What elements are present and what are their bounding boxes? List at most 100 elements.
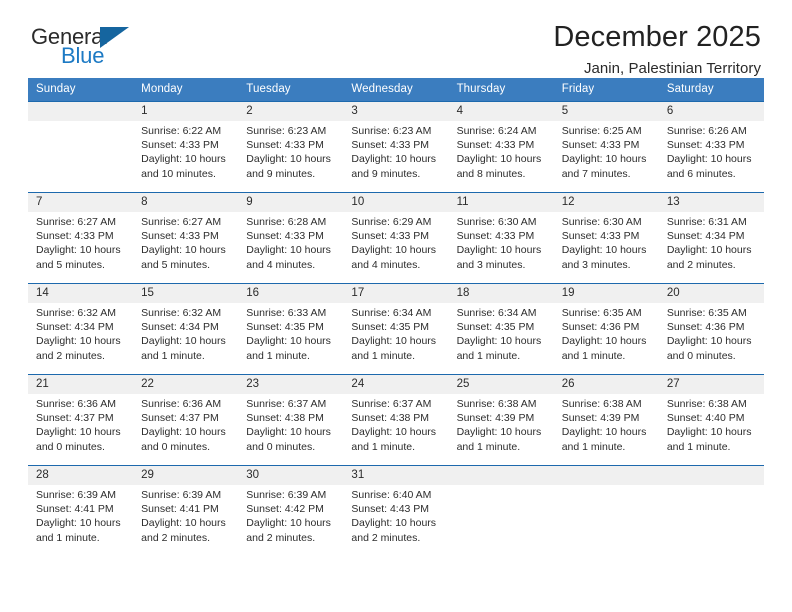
day-number[interactable]: 8 — [133, 193, 238, 212]
week-row: 21 22 23 24 25 26 27 Sunrise: 6:36 AM Su… — [28, 374, 764, 465]
title-block: December 2025 Janin, Palestinian Territo… — [553, 21, 764, 77]
day-number[interactable]: 10 — [343, 193, 448, 212]
day-cell[interactable] — [449, 485, 554, 556]
day-number[interactable]: 28 — [28, 466, 133, 485]
day-number[interactable] — [449, 466, 554, 485]
day-cell[interactable]: Sunrise: 6:30 AM Sunset: 4:33 PM Dayligh… — [449, 212, 554, 283]
day-number[interactable]: 12 — [554, 193, 659, 212]
day-details: Sunrise: 6:38 AM Sunset: 4:39 PM Dayligh… — [561, 398, 647, 453]
week-row: 28 29 30 31 Sunrise: 6:39 AM Sunset: 4:4… — [28, 465, 764, 556]
day-details: Sunrise: 6:30 AM Sunset: 4:33 PM Dayligh… — [456, 216, 542, 271]
day-number[interactable]: 29 — [133, 466, 238, 485]
day-number[interactable]: 30 — [238, 466, 343, 485]
day-number[interactable]: 2 — [238, 102, 343, 121]
day-cell[interactable] — [28, 121, 133, 192]
day-cell[interactable]: Sunrise: 6:38 AM Sunset: 4:40 PM Dayligh… — [659, 394, 764, 465]
day-number[interactable]: 19 — [554, 284, 659, 303]
day-cell[interactable]: Sunrise: 6:39 AM Sunset: 4:41 PM Dayligh… — [28, 485, 133, 556]
day-number[interactable]: 31 — [343, 466, 448, 485]
day-cell[interactable]: Sunrise: 6:38 AM Sunset: 4:39 PM Dayligh… — [554, 394, 659, 465]
week-daynumber-band: 7 8 9 10 11 12 13 — [28, 193, 764, 212]
day-details: Sunrise: 6:38 AM Sunset: 4:40 PM Dayligh… — [666, 398, 752, 453]
day-cell[interactable] — [554, 485, 659, 556]
day-number[interactable]: 26 — [554, 375, 659, 394]
day-cell[interactable]: Sunrise: 6:35 AM Sunset: 4:36 PM Dayligh… — [554, 303, 659, 374]
day-cell[interactable]: Sunrise: 6:34 AM Sunset: 4:35 PM Dayligh… — [343, 303, 448, 374]
weekday-header-sunday: Sunday — [36, 83, 76, 95]
day-number[interactable]: 27 — [659, 375, 764, 394]
day-details: Sunrise: 6:26 AM Sunset: 4:33 PM Dayligh… — [666, 125, 752, 180]
day-number[interactable]: 3 — [343, 102, 448, 121]
day-cell[interactable]: Sunrise: 6:27 AM Sunset: 4:33 PM Dayligh… — [133, 212, 238, 283]
day-number[interactable]: 7 — [28, 193, 133, 212]
day-cell[interactable]: Sunrise: 6:37 AM Sunset: 4:38 PM Dayligh… — [238, 394, 343, 465]
day-cell[interactable]: Sunrise: 6:35 AM Sunset: 4:36 PM Dayligh… — [659, 303, 764, 374]
general-blue-logo[interactable]: General Blue — [28, 26, 178, 74]
day-cell[interactable] — [659, 485, 764, 556]
day-details: Sunrise: 6:28 AM Sunset: 4:33 PM Dayligh… — [246, 216, 331, 271]
day-cell[interactable]: Sunrise: 6:32 AM Sunset: 4:34 PM Dayligh… — [133, 303, 238, 374]
day-number[interactable]: 25 — [449, 375, 554, 394]
day-number[interactable]: 14 — [28, 284, 133, 303]
day-details: Sunrise: 6:36 AM Sunset: 4:37 PM Dayligh… — [141, 398, 226, 453]
day-number[interactable]: 11 — [449, 193, 554, 212]
day-number[interactable]: 4 — [449, 102, 554, 121]
day-cell[interactable]: Sunrise: 6:30 AM Sunset: 4:33 PM Dayligh… — [554, 212, 659, 283]
day-number[interactable]: 17 — [343, 284, 448, 303]
day-number[interactable]: 23 — [238, 375, 343, 394]
day-details: Sunrise: 6:35 AM Sunset: 4:36 PM Dayligh… — [666, 307, 752, 362]
day-cell[interactable]: Sunrise: 6:23 AM Sunset: 4:33 PM Dayligh… — [238, 121, 343, 192]
day-number[interactable]: 1 — [133, 102, 238, 121]
day-details: Sunrise: 6:23 AM Sunset: 4:33 PM Dayligh… — [351, 125, 437, 180]
day-cell[interactable]: Sunrise: 6:33 AM Sunset: 4:35 PM Dayligh… — [238, 303, 343, 374]
day-details: Sunrise: 6:34 AM Sunset: 4:35 PM Dayligh… — [351, 307, 437, 362]
day-cell[interactable]: Sunrise: 6:31 AM Sunset: 4:34 PM Dayligh… — [659, 212, 764, 283]
week-detail-row: Sunrise: 6:27 AM Sunset: 4:33 PM Dayligh… — [28, 212, 764, 283]
day-details: Sunrise: 6:40 AM Sunset: 4:43 PM Dayligh… — [351, 489, 437, 544]
day-cell[interactable]: Sunrise: 6:32 AM Sunset: 4:34 PM Dayligh… — [28, 303, 133, 374]
day-number[interactable] — [554, 466, 659, 485]
calendar-page: General Blue December 2025 Janin, Palest… — [0, 0, 792, 612]
day-number[interactable]: 15 — [133, 284, 238, 303]
day-cell[interactable]: Sunrise: 6:24 AM Sunset: 4:33 PM Dayligh… — [449, 121, 554, 192]
weekday-header-row: Sunday Monday Tuesday Wednesday Thursday… — [28, 78, 764, 101]
day-number[interactable]: 13 — [659, 193, 764, 212]
day-cell[interactable]: Sunrise: 6:26 AM Sunset: 4:33 PM Dayligh… — [659, 121, 764, 192]
day-details: Sunrise: 6:34 AM Sunset: 4:35 PM Dayligh… — [456, 307, 542, 362]
day-number[interactable]: 16 — [238, 284, 343, 303]
day-cell[interactable]: Sunrise: 6:29 AM Sunset: 4:33 PM Dayligh… — [343, 212, 448, 283]
day-number[interactable]: 18 — [449, 284, 554, 303]
day-number[interactable]: 24 — [343, 375, 448, 394]
day-details: Sunrise: 6:35 AM Sunset: 4:36 PM Dayligh… — [561, 307, 647, 362]
day-cell[interactable]: Sunrise: 6:39 AM Sunset: 4:42 PM Dayligh… — [238, 485, 343, 556]
day-number[interactable]: 5 — [554, 102, 659, 121]
day-cell[interactable]: Sunrise: 6:27 AM Sunset: 4:33 PM Dayligh… — [28, 212, 133, 283]
day-cell[interactable]: Sunrise: 6:36 AM Sunset: 4:37 PM Dayligh… — [133, 394, 238, 465]
day-number[interactable]: 9 — [238, 193, 343, 212]
day-details: Sunrise: 6:23 AM Sunset: 4:33 PM Dayligh… — [246, 125, 331, 180]
day-number[interactable]: 22 — [133, 375, 238, 394]
day-number[interactable]: 20 — [659, 284, 764, 303]
week-daynumber-band: 21 22 23 24 25 26 27 — [28, 375, 764, 394]
day-cell[interactable]: Sunrise: 6:36 AM Sunset: 4:37 PM Dayligh… — [28, 394, 133, 465]
day-number[interactable] — [28, 102, 133, 121]
day-cell[interactable]: Sunrise: 6:23 AM Sunset: 4:33 PM Dayligh… — [343, 121, 448, 192]
day-cell[interactable]: Sunrise: 6:28 AM Sunset: 4:33 PM Dayligh… — [238, 212, 343, 283]
week-row: 14 15 16 17 18 19 20 Sunrise: 6:32 AM Su… — [28, 283, 764, 374]
day-cell[interactable]: Sunrise: 6:40 AM Sunset: 4:43 PM Dayligh… — [343, 485, 448, 556]
day-details: Sunrise: 6:38 AM Sunset: 4:39 PM Dayligh… — [456, 398, 542, 453]
day-cell[interactable]: Sunrise: 6:39 AM Sunset: 4:41 PM Dayligh… — [133, 485, 238, 556]
day-cell[interactable]: Sunrise: 6:38 AM Sunset: 4:39 PM Dayligh… — [449, 394, 554, 465]
day-number[interactable]: 21 — [28, 375, 133, 394]
day-details: Sunrise: 6:32 AM Sunset: 4:34 PM Dayligh… — [36, 307, 121, 362]
day-details: Sunrise: 6:37 AM Sunset: 4:38 PM Dayligh… — [246, 398, 331, 453]
day-cell[interactable]: Sunrise: 6:22 AM Sunset: 4:33 PM Dayligh… — [133, 121, 238, 192]
day-number[interactable] — [659, 466, 764, 485]
day-details: Sunrise: 6:31 AM Sunset: 4:34 PM Dayligh… — [666, 216, 752, 271]
day-cell[interactable]: Sunrise: 6:34 AM Sunset: 4:35 PM Dayligh… — [449, 303, 554, 374]
day-number[interactable]: 6 — [659, 102, 764, 121]
day-cell[interactable]: Sunrise: 6:25 AM Sunset: 4:33 PM Dayligh… — [554, 121, 659, 192]
logo-text-blue: Blue — [61, 43, 105, 68]
day-details: Sunrise: 6:39 AM Sunset: 4:42 PM Dayligh… — [246, 489, 331, 544]
day-cell[interactable]: Sunrise: 6:37 AM Sunset: 4:38 PM Dayligh… — [343, 394, 448, 465]
